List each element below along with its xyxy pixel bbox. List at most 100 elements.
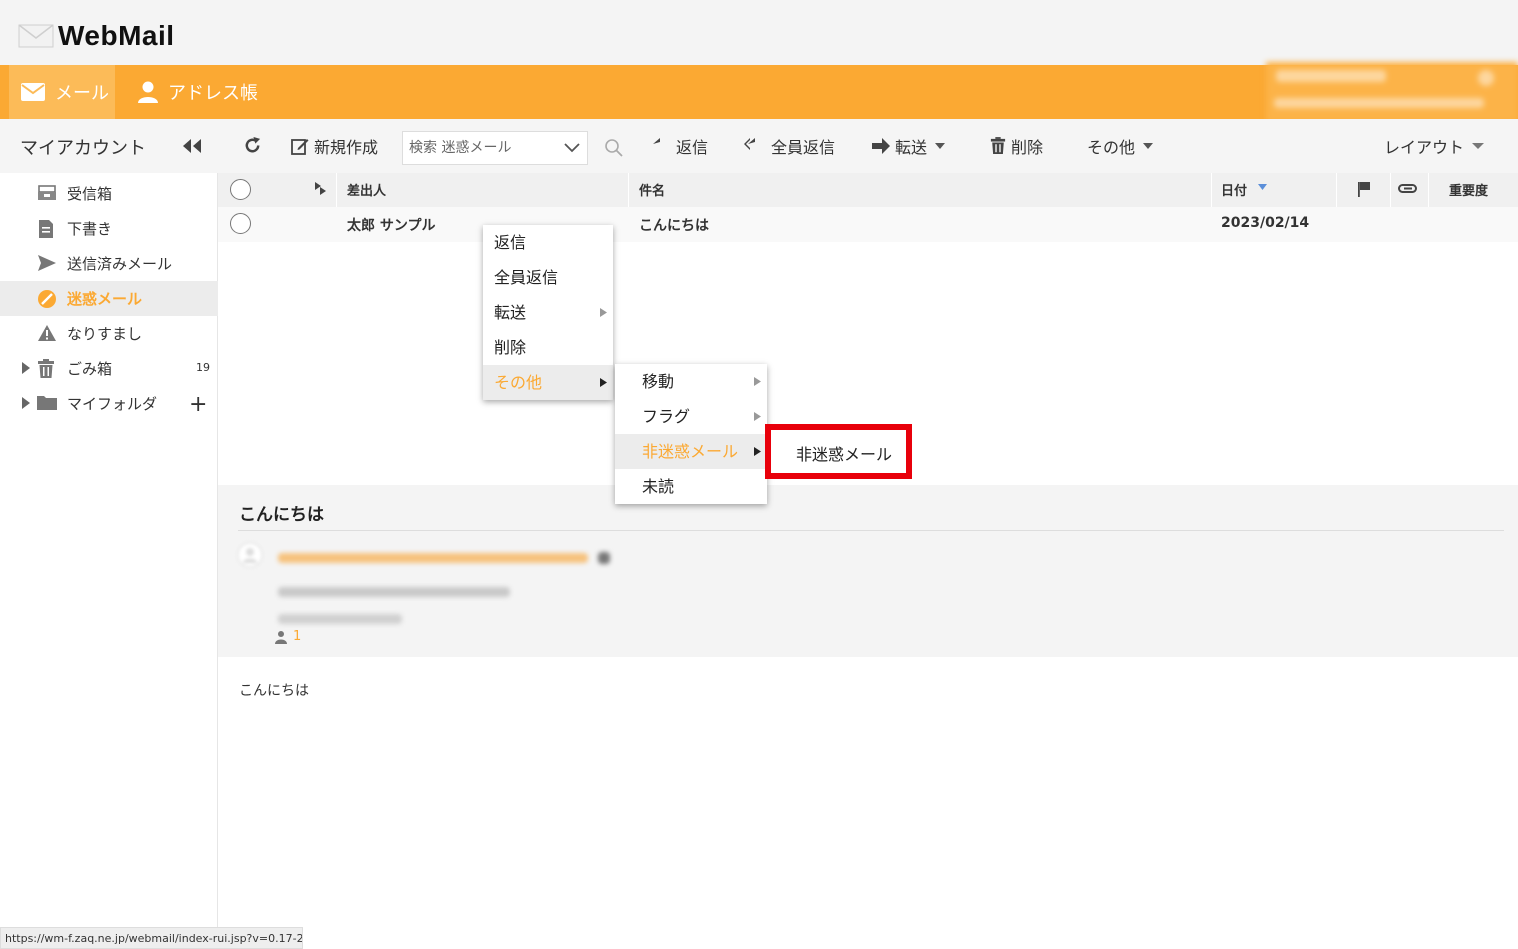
sender-info-blurred[interactable] (278, 553, 588, 563)
delete-label: 削除 (1011, 138, 1044, 157)
to-info-blurred (278, 587, 510, 597)
preview-header: こんにちは 1 (218, 485, 1518, 657)
reply-all-label: 全員返信 (771, 138, 836, 157)
menu-item-forward[interactable]: 転送 (483, 295, 613, 330)
sidebar-title: マイアカウント (20, 138, 146, 159)
contact-card-icon[interactable] (598, 552, 610, 564)
draft-icon (39, 220, 53, 238)
status-bar-url: https://wm-f.zaq.ne.jp/webmail/index-rui… (0, 927, 303, 949)
column-importance[interactable]: 重要度 (1449, 180, 1488, 199)
search-box (402, 131, 588, 165)
tab-mail[interactable]: メール (9, 65, 115, 119)
sidebar-item-label: なりすまし (67, 325, 143, 343)
preview-subject: こんにちは (239, 505, 324, 525)
expand-icon[interactable] (21, 397, 31, 409)
search-icon[interactable] (604, 138, 624, 158)
submenu-arrow-icon (754, 412, 761, 421)
recipient-count-link[interactable]: 1 (293, 629, 301, 644)
spam-icon (38, 290, 56, 308)
sidebar-item-inbox[interactable]: 受信箱 (0, 176, 218, 211)
recipients-icon (275, 631, 287, 644)
delete-button[interactable]: 削除 (990, 134, 1043, 158)
sidebar-item-label: ごみ箱 (67, 360, 113, 378)
chevron-down-icon[interactable] (563, 139, 581, 157)
layout-button[interactable]: レイアウト (1384, 134, 1485, 158)
top-header: WebMail (0, 0, 1518, 65)
sidebar-item-label: 送信済みメール (67, 255, 173, 273)
sidebar-item-my-folders[interactable]: マイフォルダ + (0, 386, 218, 421)
trash-icon (990, 137, 1006, 154)
mail-icon (21, 83, 45, 101)
thread-icon[interactable] (314, 181, 328, 197)
avatar (237, 542, 263, 568)
message-list-header: 差出人 件名 日付 重要度 (218, 173, 1518, 207)
sidebar-item-trash[interactable]: ごみ箱 19 (0, 351, 218, 386)
send-icon (38, 255, 56, 271)
not-spam-submenu: 非迷惑メール (765, 424, 912, 479)
sidebar-item-label: 受信箱 (67, 185, 113, 203)
sidebar-header: マイアカウント (0, 119, 218, 173)
attachment-icon[interactable] (1398, 183, 1418, 195)
warning-icon (38, 325, 56, 341)
sidebar-item-label: 下書き (67, 220, 113, 238)
toolbar: 新規作成 返信 全員返信 転送 (218, 119, 1518, 173)
user-account-info[interactable] (1266, 62, 1518, 122)
more-submenu: 移動 フラグ 非迷惑メール 未読 (615, 364, 767, 504)
reply-all-button[interactable]: 全員返信 (744, 134, 835, 158)
row-from: 太郎 サンプル (347, 218, 436, 234)
menu-item-flag[interactable]: フラグ (615, 399, 767, 434)
menu-item-more[interactable]: その他 (483, 365, 613, 400)
column-from[interactable]: 差出人 (347, 180, 386, 199)
tab-address-book[interactable]: アドレス帳 (138, 65, 258, 119)
reply-all-icon (744, 138, 755, 150)
compose-icon (291, 139, 309, 155)
datetime-blurred (278, 614, 402, 624)
tab-address-label: アドレス帳 (168, 83, 258, 104)
refresh-button[interactable] (243, 136, 262, 155)
caret-down-icon (935, 143, 946, 149)
more-button[interactable]: その他 (1087, 134, 1154, 158)
submenu-arrow-icon (754, 377, 761, 386)
collapse-sidebar-icon[interactable] (182, 139, 202, 153)
select-all-checkbox[interactable] (230, 179, 251, 200)
inbox-icon (38, 185, 56, 200)
person-icon (138, 81, 158, 103)
reply-icon (653, 138, 660, 144)
sidebar-item-drafts[interactable]: 下書き (0, 211, 218, 246)
menu-item-move[interactable]: 移動 (615, 364, 767, 399)
table-row[interactable]: 太郎 サンプル こんにちは 2023/02/14 (218, 207, 1518, 242)
context-menu: 返信 全員返信 転送 削除 その他 (483, 225, 613, 400)
menu-item-reply[interactable]: 返信 (483, 225, 613, 260)
search-input[interactable] (403, 132, 558, 164)
expand-icon[interactable] (21, 362, 31, 374)
menu-item-delete[interactable]: 削除 (483, 330, 613, 365)
reply-button[interactable]: 返信 (653, 134, 708, 158)
menu-item-unread[interactable]: 未読 (615, 469, 767, 504)
menu-item-not-spam[interactable]: 非迷惑メール (615, 434, 767, 469)
add-folder-button[interactable]: + (189, 392, 207, 417)
compose-button[interactable]: 新規作成 (291, 134, 378, 158)
forward-arrow-icon (872, 138, 890, 154)
column-date[interactable]: 日付 (1221, 180, 1247, 199)
submenu-arrow-icon (600, 378, 607, 387)
tab-mail-label: メール (55, 83, 109, 104)
more-label: その他 (1087, 138, 1136, 157)
sort-desc-icon (1258, 184, 1267, 190)
submenu-arrow-icon (754, 447, 761, 456)
menu-item-reply-all[interactable]: 全員返信 (483, 260, 613, 295)
flag-icon[interactable] (1357, 181, 1371, 197)
row-select-checkbox[interactable] (230, 213, 251, 234)
menu-item-mark-not-spam[interactable]: 非迷惑メール (796, 441, 892, 465)
sidebar-item-spoofing[interactable]: なりすまし (0, 316, 218, 351)
column-subject[interactable]: 件名 (639, 180, 665, 199)
forward-button[interactable]: 転送 (872, 134, 946, 158)
sidebar-item-sent[interactable]: 送信済みメール (0, 246, 218, 281)
forward-label: 転送 (895, 138, 928, 157)
sidebar-item-spam[interactable]: 迷惑メール (0, 281, 218, 316)
row-subject: こんにちは (639, 218, 709, 234)
sidebar-item-label: 迷惑メール (67, 290, 143, 308)
logo-text: WebMail (58, 20, 175, 51)
refresh-icon (245, 136, 261, 153)
sidebar-item-label: マイフォルダ (67, 395, 158, 413)
webmail-logo[interactable]: WebMail (18, 20, 175, 52)
